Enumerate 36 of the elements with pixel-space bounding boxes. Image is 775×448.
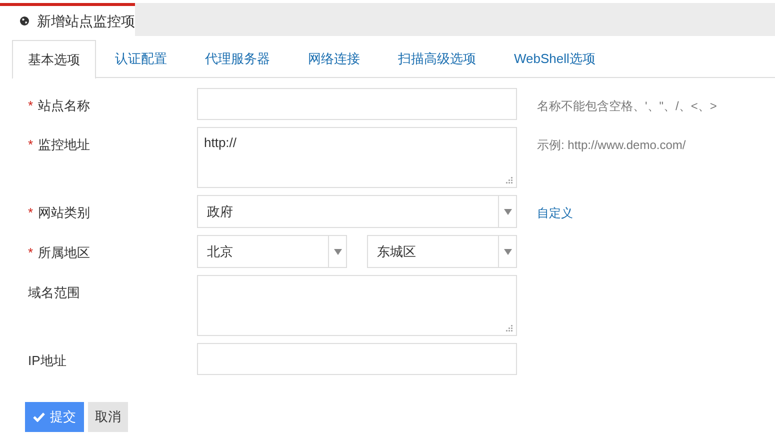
dropdown-arrow-icon [504,248,512,254]
check-icon [33,412,45,422]
tab[interactable]: 网络连接 [289,40,379,78]
required-mark: * [28,204,34,222]
globe-icon [20,15,29,27]
field-label: 站点名称 [38,97,90,115]
tab[interactable]: WebShell选项 [495,40,614,78]
select-field[interactable]: 东城区 [367,235,517,268]
required-mark: * [28,97,34,115]
hint-text: 名称不能包含空格、'、"、/、<、> [537,99,717,113]
tab[interactable]: 认证配置 [96,40,186,78]
field-label: 网站类别 [38,204,90,222]
text-input-field[interactable] [197,343,517,375]
custom-link[interactable]: 自定义 [537,206,573,220]
required-mark: * [28,244,34,262]
select-field[interactable]: 北京 [197,235,347,268]
resize-grip-icon [506,177,513,184]
tab[interactable]: 扫描高级选项 [379,40,495,78]
field-label: 域名范围 [28,284,80,302]
required-mark: * [28,136,34,154]
field-label: IP地址 [28,352,66,370]
text-area-field[interactable] [197,275,517,336]
dropdown-arrow-icon [334,248,342,254]
text-input-field[interactable] [197,88,517,120]
select-field[interactable]: 政府 [197,195,517,228]
field-label: 监控地址 [38,136,90,154]
tab[interactable]: 代理服务器 [186,40,289,78]
resize-grip-icon [506,325,513,332]
hint-text: 示例: http://www.demo.com/ [537,138,686,152]
cancel-button[interactable]: 取消 [88,402,128,432]
text-area-field[interactable]: http:// [197,127,517,188]
dropdown-arrow-icon [504,208,512,214]
page-tab[interactable]: 新增站点监控项 [0,3,135,36]
page-title: 新增站点监控项 [37,12,135,30]
tab[interactable]: 基本选项 [12,40,96,79]
field-label: 所属地区 [38,244,90,262]
